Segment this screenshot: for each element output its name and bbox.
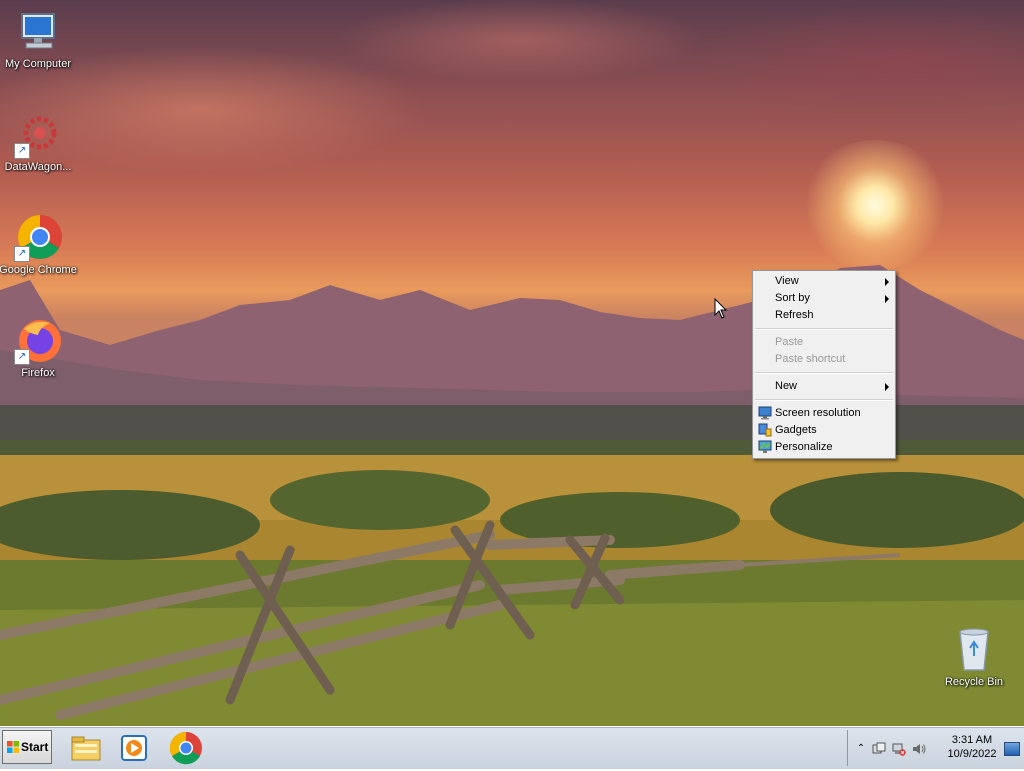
menu-item-label: Paste [775,336,804,348]
system-tray: ⌃ 3:31 AM 10/9/2022 [847,730,1024,766]
menu-item-label: Personalize [775,441,833,453]
desktop-icon-label: Firefox [21,367,55,379]
menu-item-refresh[interactable]: Refresh [753,307,895,324]
menu-item-screen-resolution[interactable]: Screen resolution [753,405,895,422]
desktop-context-menu: View Sort by Refresh Paste Paste shortcu… [752,270,896,459]
start-button[interactable]: Start [2,730,52,764]
menu-item-label: Sort by [775,292,810,304]
clock-date: 10/9/2022 [947,748,997,760]
desktop[interactable]: My Computer ↗ DataWagon... ↗ Google Chro… [0,0,1024,726]
taskbar-clock[interactable]: 3:31 AM 10/9/2022 [942,733,1002,761]
submenu-arrow-icon [885,295,889,303]
gadgets-icon [758,423,772,437]
desktop-icon-datawagon[interactable]: ↗ DataWagon... [0,111,78,173]
screen-resolution-icon [758,406,772,420]
network-error-icon[interactable] [892,742,906,756]
start-label: Start [21,740,49,754]
menu-item-label: Screen resolution [775,407,861,419]
mouse-cursor-icon [714,298,728,319]
media-player-icon [121,735,147,761]
submenu-arrow-icon [885,383,889,391]
desktop-icon-label: DataWagon... [4,161,72,173]
clock-time: 3:31 AM [951,734,993,746]
menu-item-personalize[interactable]: Personalize [753,439,895,456]
desktop-icon-google-chrome[interactable]: ↗ Google Chrome [0,214,78,276]
menu-item-new[interactable]: New [753,378,895,395]
desktop-icon-label: Google Chrome [0,264,77,276]
shortcut-arrow-icon: ↗ [14,143,30,159]
menu-item-label: Refresh [775,309,814,321]
firefox-icon: ↗ [14,317,62,365]
desktop-icon-firefox[interactable]: ↗ Firefox [0,317,78,379]
desktop-icon-recycle-bin[interactable]: Recycle Bin [934,626,1014,688]
menu-separator [755,328,893,330]
menu-item-label: Gadgets [775,424,817,436]
menu-item-label: View [775,275,799,287]
menu-item-paste-shortcut: Paste shortcut [753,351,895,368]
menu-separator [755,399,893,401]
taskbar-app-chrome[interactable] [166,730,206,766]
show-hidden-icons-chevron-icon[interactable]: ⌃ [854,742,868,756]
taskbar-app-explorer[interactable] [66,730,106,766]
datawagon-icon: ↗ [14,111,62,159]
menu-item-paste: Paste [753,334,895,351]
action-center-icon[interactable] [872,742,886,756]
menu-item-sort-by[interactable]: Sort by [753,290,895,307]
personalize-icon [758,440,772,453]
chrome-icon [169,731,202,765]
menu-item-label: New [775,380,798,392]
menu-item-view[interactable]: View [753,273,895,290]
desktop-icon-my-computer[interactable]: My Computer [0,8,78,70]
shortcut-arrow-icon: ↗ [14,349,30,365]
chrome-icon: ↗ [14,214,62,262]
desktop-icon-label: My Computer [4,58,72,70]
windows-flag-icon [7,741,19,753]
recycle-bin-icon [950,626,998,674]
desktop-icon-label: Recycle Bin [944,676,1004,688]
shortcut-arrow-icon: ↗ [14,246,30,262]
my-computer-icon [14,8,62,56]
taskbar: Start ⌃ 3:31 AM 10/9/2022 [0,726,1024,769]
taskbar-app-media-player[interactable] [114,730,154,766]
submenu-arrow-icon [885,278,889,286]
menu-separator [755,372,893,374]
explorer-icon [71,736,101,761]
menu-item-gadgets[interactable]: Gadgets [753,422,895,439]
show-desktop-button[interactable] [1004,742,1020,756]
menu-item-label: Paste shortcut [775,353,846,365]
volume-icon[interactable] [912,742,926,756]
